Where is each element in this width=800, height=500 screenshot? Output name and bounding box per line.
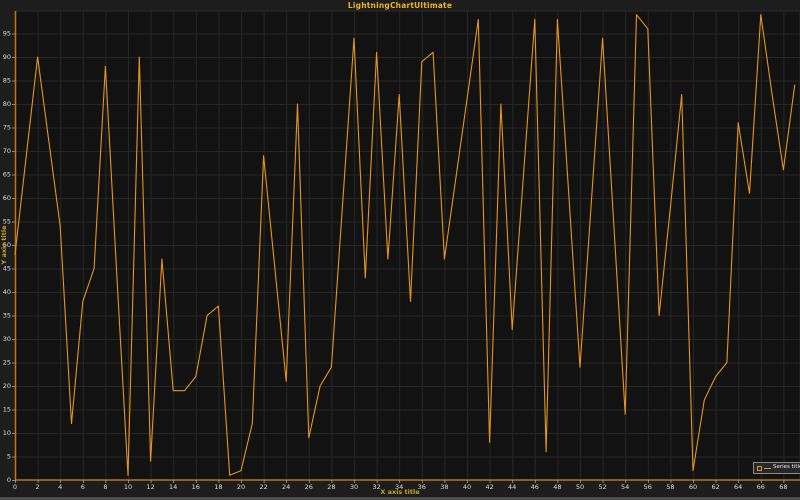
svg-text:70: 70 — [3, 147, 11, 155]
svg-text:65: 65 — [3, 171, 11, 179]
svg-text:10: 10 — [3, 429, 11, 437]
svg-text:30: 30 — [3, 335, 11, 343]
svg-text:60: 60 — [3, 194, 11, 202]
svg-text:25: 25 — [3, 359, 11, 367]
svg-text:75: 75 — [3, 124, 11, 132]
svg-text:85: 85 — [3, 77, 11, 85]
legend-box[interactable]: Series title — [753, 462, 800, 474]
y-axis-title: Y axis title — [0, 215, 8, 275]
svg-text:40: 40 — [3, 288, 11, 296]
svg-text:80: 80 — [3, 100, 11, 108]
svg-text:5: 5 — [7, 453, 11, 461]
svg-text:90: 90 — [3, 53, 11, 61]
x-axis-title: X axis title — [0, 488, 800, 496]
svg-text:95: 95 — [3, 30, 11, 38]
svg-text:35: 35 — [3, 312, 11, 320]
chart-canvas: 0246810121416182022242628303234363840424… — [0, 0, 800, 500]
svg-text:15: 15 — [3, 406, 11, 414]
chart-title: LightningChartUltimate — [0, 1, 800, 10]
svg-text:0: 0 — [7, 476, 11, 484]
chart-svg: 0246810121416182022242628303234363840424… — [0, 0, 800, 500]
svg-text:20: 20 — [3, 382, 11, 390]
legend-checkbox-icon[interactable] — [757, 466, 762, 471]
legend-series-label: Series title — [773, 465, 800, 471]
legend-line-sample-icon — [764, 468, 771, 469]
